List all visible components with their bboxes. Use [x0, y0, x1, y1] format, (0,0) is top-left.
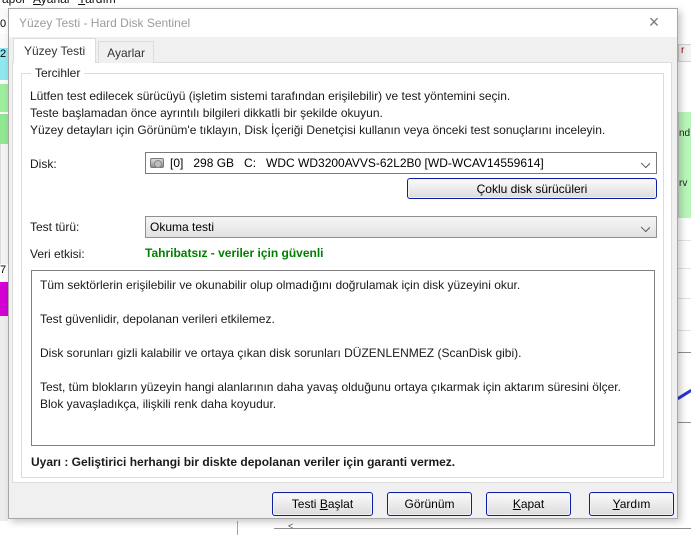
- background-axis-mark: <: [288, 521, 294, 531]
- background-left-digit-2: 7: [0, 264, 8, 280]
- background-panel-fragment: [0, 144, 8, 264]
- background-temp-cell-cyan: 2: [0, 48, 8, 80]
- background-temperature-curve: [678, 388, 691, 401]
- screen: apor Ayarlar Yardım 0 2 7 r nd rv < Yü: [0, 0, 691, 535]
- tab-yuzey-testi[interactable]: Yüzey Testi: [13, 38, 97, 63]
- description-paragraph: Test güvenlidir, depolanan verileri etki…: [40, 312, 275, 326]
- background-tab-fragment: r: [678, 44, 691, 62]
- close-icon[interactable]: ×: [643, 9, 665, 35]
- tab-ayarlar[interactable]: Ayarlar: [98, 41, 154, 63]
- help-button[interactable]: Yardım: [589, 492, 674, 516]
- chevron-down-icon[interactable]: [640, 158, 651, 169]
- description-paragraph: Tüm sektörlerin erişilebilir ve okunabil…: [40, 278, 521, 292]
- background-green-status-panel: nd rv: [678, 112, 691, 218]
- background-right-strip: r nd rv: [678, 0, 691, 535]
- view-button[interactable]: Görünüm: [387, 492, 472, 516]
- background-gray-fragment: [0, 316, 8, 535]
- background-axis-line: [274, 528, 691, 529]
- tab-strip: Yüzey Testi Ayarlar: [13, 38, 156, 63]
- data-impact-label: Veri etkisi:: [30, 247, 85, 261]
- multi-disk-button[interactable]: Çoklu disk sürücüleri: [407, 178, 657, 199]
- instructions-text: Lütfen test edilecek sürücüyü (işletim s…: [30, 89, 606, 137]
- chevron-down-icon[interactable]: [640, 222, 651, 233]
- background-left-strip: 0 2 7: [0, 8, 8, 535]
- background-magenta-block: [0, 282, 8, 316]
- disk-select-value: [0] 298 GB C: WDC WD3200AVVS-62L2B0 [WD-…: [170, 156, 544, 170]
- title-bar[interactable]: Yüzey Testi - Hard Disk Sentinel ×: [9, 9, 677, 37]
- disk-label: Disk:: [30, 157, 57, 171]
- background-performance-bar-green: [0, 114, 8, 144]
- background-bottom-strip: <: [0, 521, 691, 535]
- disk-select[interactable]: [0] 298 GB C: WDC WD3200AVVS-62L2B0 [WD-…: [145, 152, 657, 174]
- start-test-button[interactable]: Testi Başlat: [272, 492, 373, 516]
- background-menubar: apor Ayarlar Yardım: [0, 0, 691, 8]
- background-row-line: [678, 240, 691, 241]
- background-divider-line: [237, 521, 238, 535]
- dialog-title: Yüzey Testi - Hard Disk Sentinel: [19, 16, 191, 30]
- description-text-area[interactable]: Tüm sektörlerin erişilebilir ve okunabil…: [31, 270, 655, 446]
- warning-text: Uyarı : Geliştirici herhangi bir diskte …: [31, 455, 456, 469]
- background-menu-yardim[interactable]: Yardım: [78, 0, 116, 6]
- background-green-text-2: rv: [679, 178, 688, 189]
- surface-test-dialog: Yüzey Testi - Hard Disk Sentinel × Yüzey…: [8, 8, 678, 519]
- groupbox-title: Tercihler: [31, 66, 85, 80]
- background-left-digit: 0: [0, 18, 8, 34]
- description-paragraph: Test, tüm blokların yüzeyin hangi alanla…: [40, 380, 621, 411]
- background-menu-rapor[interactable]: apor: [2, 0, 26, 6]
- test-type-value: Okuma testi: [150, 220, 215, 234]
- background-health-bar-green: [0, 84, 8, 112]
- background-row-line: [678, 298, 691, 299]
- background-row-line: [678, 330, 691, 331]
- background-row-line: [678, 268, 691, 269]
- description-paragraph: Disk sorunları gizli kalabilir ve ortaya…: [40, 346, 522, 360]
- tercihler-groupbox: Tercihler Lütfen test edilecek sürücüyü …: [21, 66, 664, 478]
- disk-icon: [150, 158, 164, 168]
- background-green-text-1: nd: [679, 128, 691, 139]
- background-chart-border: [678, 352, 691, 353]
- close-button[interactable]: Kapat: [486, 492, 571, 516]
- background-menu-ayarlar[interactable]: Ayarlar: [33, 0, 71, 6]
- data-impact-value: Tahribatsız - veriler için güvenli: [145, 246, 324, 260]
- background-chart-border: [678, 422, 691, 423]
- tab-page: Tercihler Lütfen test edilecek sürücüyü …: [12, 62, 672, 483]
- test-type-select[interactable]: Okuma testi: [145, 216, 657, 238]
- test-type-label: Test türü:: [30, 220, 80, 234]
